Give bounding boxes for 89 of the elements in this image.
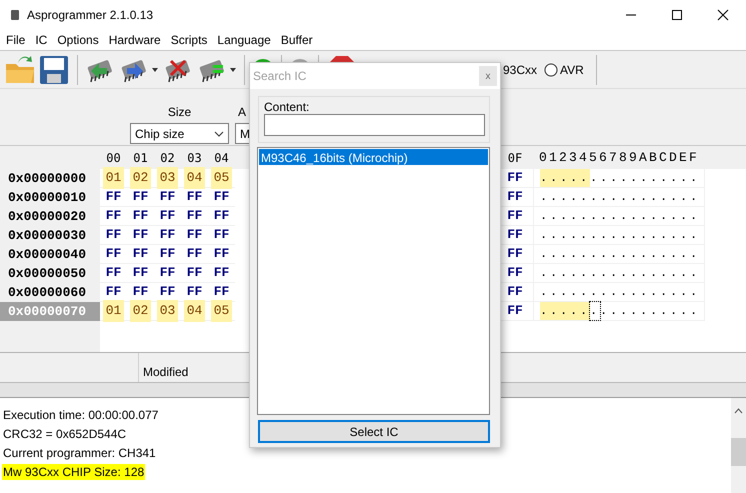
row-address[interactable]: 0x00000050 — [0, 264, 100, 283]
hex-value[interactable]: FF — [158, 262, 178, 284]
hex-value[interactable]: FF — [505, 262, 525, 284]
hex-value[interactable]: FF — [104, 205, 124, 227]
column-header: 03 — [186, 150, 203, 166]
row-address[interactable]: 0x00000040 — [0, 245, 100, 264]
hex-value[interactable]: FF — [130, 224, 150, 246]
hex-value[interactable]: 02 — [130, 167, 152, 189]
hex-value[interactable]: FF — [158, 281, 178, 303]
menu-item[interactable]: Scripts — [166, 31, 212, 49]
column-header: 00 — [105, 150, 122, 166]
column-header: 02 — [159, 150, 176, 166]
column-header: 04 — [213, 150, 230, 166]
size-select[interactable]: Chip size — [130, 123, 229, 144]
hex-value[interactable]: FF — [104, 224, 124, 246]
hex-value[interactable]: FF — [505, 224, 525, 246]
hex-value[interactable]: 05 — [210, 300, 232, 322]
status-text: Modified — [142, 364, 188, 381]
hex-value[interactable]: FF — [212, 224, 232, 246]
hex-value[interactable]: FF — [212, 281, 232, 303]
menu-item[interactable]: Buffer — [276, 31, 318, 49]
hex-value[interactable]: FF — [184, 243, 204, 265]
hex-value[interactable]: 03 — [156, 300, 178, 322]
hex-value[interactable]: FF — [184, 186, 204, 208]
menu-item[interactable]: Options — [52, 31, 104, 49]
hex-value[interactable]: 04 — [184, 167, 206, 189]
hex-value[interactable]: FF — [184, 224, 204, 246]
hex-value[interactable]: FF — [505, 243, 525, 265]
hex-value[interactable]: FF — [104, 186, 124, 208]
radio-label: 93Cxx — [503, 62, 538, 78]
window-title: Asprogrammer 2.1.0.13 — [27, 7, 154, 24]
close-button[interactable]: x — [479, 66, 497, 86]
hex-value[interactable]: FF — [212, 262, 232, 284]
hex-value[interactable]: FF — [505, 205, 525, 227]
row-address[interactable]: 0x00000020 — [0, 207, 100, 226]
row-address[interactable]: 0x00000000 — [0, 169, 100, 188]
hex-value[interactable]: FF — [158, 205, 178, 227]
field-label: A — [238, 104, 246, 121]
hex-value[interactable]: FF — [158, 224, 178, 246]
dialog-title: Search IC — [253, 68, 306, 85]
hex-value[interactable]: 03 — [156, 167, 178, 189]
hex-value[interactable]: FF — [130, 262, 150, 284]
select-button[interactable]: Select IC — [258, 420, 490, 443]
hex-value[interactable]: FF — [505, 281, 525, 303]
ascii-text[interactable]: .......... — [600, 302, 700, 320]
column-header: 0123456789ABCDEF — [539, 148, 700, 167]
hex-value[interactable]: FF — [104, 281, 124, 303]
menu-item[interactable]: Language — [212, 31, 276, 49]
ascii-text[interactable]: . — [590, 302, 600, 320]
hex-value[interactable]: FF — [158, 243, 178, 265]
hex-value[interactable]: FF — [130, 281, 150, 303]
hex-value[interactable]: FF — [505, 300, 525, 322]
menu-item[interactable]: Hardware — [104, 31, 166, 49]
hex-value[interactable]: 01 — [102, 167, 124, 189]
hex-value[interactable]: 05 — [210, 167, 232, 189]
content-label: Content: — [264, 100, 310, 114]
hex-value[interactable]: FF — [212, 205, 232, 227]
row-address[interactable]: 0x00000030 — [0, 226, 100, 245]
column-header: 01 — [132, 150, 149, 166]
column-header: 0F — [506, 150, 524, 166]
ascii-text[interactable]: ........... — [590, 169, 700, 187]
hex-value[interactable]: FF — [184, 262, 204, 284]
hex-value[interactable]: FF — [130, 186, 150, 208]
hex-value[interactable]: FF — [505, 167, 525, 189]
hex-value[interactable]: FF — [130, 243, 150, 265]
menu-item[interactable]: IC — [30, 31, 52, 49]
hex-value[interactable]: FF — [158, 186, 178, 208]
log-line: Current programmer: CH341 — [2, 445, 157, 461]
row-address[interactable]: 0x00000010 — [0, 188, 100, 207]
list-item[interactable]: M93C46_16bits (Microchip) — [259, 149, 488, 165]
size-label: Size — [168, 104, 192, 121]
hex-value[interactable]: FF — [104, 243, 124, 265]
hex-value[interactable]: 01 — [102, 300, 124, 322]
ascii-text[interactable]: ..... — [540, 169, 590, 187]
log-line: CRC32 = 0x652D544C — [2, 426, 128, 442]
hex-value[interactable]: FF — [212, 243, 232, 265]
hex-value[interactable]: FF — [505, 186, 525, 208]
hex-value[interactable]: FF — [130, 205, 150, 227]
hex-value[interactable]: FF — [104, 262, 124, 284]
log-line: Execution time: 00:00:00.077 — [2, 407, 160, 423]
hex-value[interactable]: FF — [184, 281, 204, 303]
hex-value[interactable]: FF — [212, 186, 232, 208]
radio-label: AVR — [560, 62, 584, 78]
ascii-text[interactable]: ..... — [540, 302, 590, 320]
hex-value[interactable]: FF — [184, 205, 204, 227]
hex-value[interactable]: 02 — [130, 300, 152, 322]
menu-item[interactable]: File — [1, 31, 30, 49]
row-address[interactable]: 0x00000060 — [0, 283, 100, 302]
hex-value[interactable]: 04 — [184, 300, 206, 322]
